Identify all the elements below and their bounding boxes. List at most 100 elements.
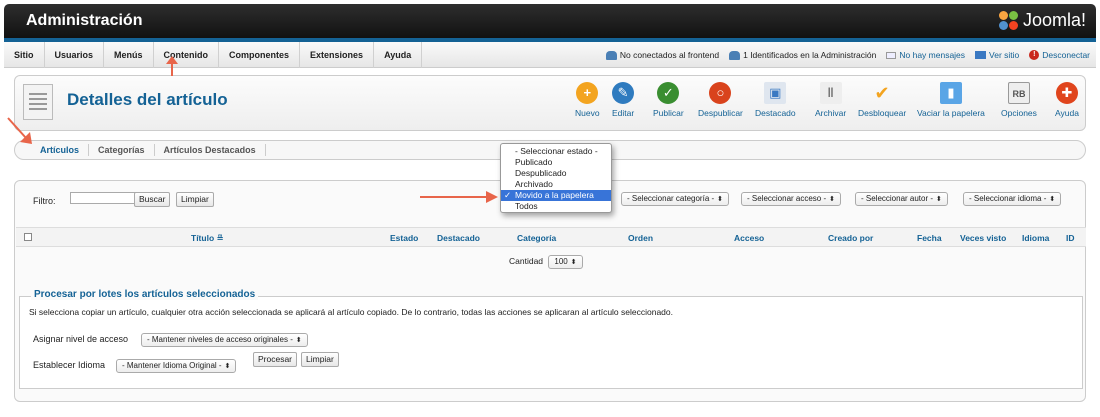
- options-button[interactable]: RB Opciones: [1001, 82, 1037, 118]
- trash-icon: ▮: [939, 82, 962, 104]
- select-arrows-icon: ⬍: [829, 196, 836, 203]
- limit-label: Cantidad: [509, 256, 544, 266]
- col-estado[interactable]: Estado: [390, 233, 418, 243]
- new-button[interactable]: + Nuevo: [575, 82, 600, 118]
- col-acceso[interactable]: Acceso: [734, 233, 764, 243]
- view-site-link[interactable]: Ver sitio: [975, 50, 1019, 60]
- help-button[interactable]: ✚ Ayuda: [1055, 82, 1079, 118]
- archive-icon: ‖: [819, 82, 842, 104]
- admin-status: 1 Identificados en la Administración: [729, 50, 876, 60]
- filter-label: Filtro:: [33, 196, 56, 206]
- status-option[interactable]: Despublicado: [501, 168, 611, 179]
- col-fecha[interactable]: Fecha: [917, 233, 942, 243]
- pagination-limit: Cantidad 100 ⬍: [509, 255, 583, 269]
- batch-language-select[interactable]: - Mantener Idioma Original - ⬍: [116, 359, 237, 373]
- tab-articulos-destacados[interactable]: Artículos Destacados: [155, 144, 266, 156]
- status-option-selected[interactable]: ✓ Movido a la papelera: [501, 190, 611, 201]
- batch-legend: Procesar por lotes los artículos selecci…: [31, 289, 259, 300]
- process-button[interactable]: Procesar: [253, 352, 298, 367]
- users-icon: [605, 50, 617, 60]
- select-arrows-icon: ⬍: [936, 196, 942, 203]
- status-bar: No conectados al frontend 1 Identificado…: [605, 42, 1090, 68]
- logout-icon: !: [1029, 50, 1040, 60]
- menu-menus[interactable]: Menús: [104, 41, 154, 68]
- col-idioma[interactable]: Idioma: [1022, 233, 1049, 243]
- col-categoria[interactable]: Categoría: [517, 233, 556, 243]
- col-creado-por[interactable]: Creado por: [828, 233, 873, 243]
- checkmark-icon: ✔: [874, 83, 890, 103]
- check-all-checkbox[interactable]: [24, 233, 32, 241]
- admin-header: Administración Joomla!: [4, 4, 1096, 38]
- select-arrows-icon: ⬍: [295, 337, 302, 344]
- tab-articulos[interactable]: Artículos: [31, 144, 90, 156]
- joomla-logo-icon: [998, 10, 1019, 31]
- select-arrows-icon: ⬍: [1049, 196, 1056, 203]
- edit-button[interactable]: ✎ Editar: [612, 82, 634, 118]
- select-arrows-icon: ⬍: [570, 259, 577, 266]
- users-icon: [729, 50, 741, 60]
- col-id[interactable]: ID: [1066, 233, 1075, 243]
- access-select[interactable]: - Seleccionar acceso - ⬍: [741, 192, 842, 206]
- annotation-arrow-up: [166, 56, 178, 76]
- menu-usuarios[interactable]: Usuarios: [45, 41, 105, 68]
- status-select-dropdown[interactable]: - Seleccionar estado - Publicado Despubl…: [500, 143, 612, 213]
- select-arrows-icon: ⬍: [717, 196, 724, 203]
- annotation-arrow-diagonal: [7, 117, 32, 144]
- menu-ayuda[interactable]: Ayuda: [374, 41, 423, 68]
- help-icon: ✚: [1055, 82, 1078, 104]
- menu-sitio[interactable]: Sitio: [4, 41, 45, 68]
- search-button[interactable]: Buscar: [134, 192, 171, 207]
- select-arrows-icon: ⬍: [224, 363, 231, 370]
- sort-icon: ≞: [216, 233, 224, 243]
- featured-icon: ▣: [764, 82, 787, 104]
- joomla-logo[interactable]: Joomla!: [998, 10, 1086, 31]
- monitor-icon: [975, 51, 987, 59]
- status-option[interactable]: Todos: [501, 201, 611, 212]
- header-title: Administración: [26, 12, 143, 29]
- status-option[interactable]: Archivado: [501, 179, 611, 190]
- col-titulo[interactable]: Título ≞: [191, 233, 224, 244]
- tab-categorias[interactable]: Categorías: [89, 144, 155, 156]
- annotation-arrow-right: [420, 191, 498, 203]
- joomla-logo-text: Joomla!: [1022, 10, 1086, 30]
- featured-button[interactable]: ▣ Destacado: [755, 82, 796, 118]
- col-destacado[interactable]: Destacado: [437, 233, 480, 243]
- toolbar-panel: Detalles del artículo + Nuevo ✎ Editar ✓…: [14, 75, 1086, 131]
- col-orden[interactable]: Orden: [628, 233, 653, 243]
- messages-link[interactable]: No hay mensajes: [886, 50, 965, 60]
- author-select[interactable]: - Seleccionar autor - ⬍: [855, 192, 948, 206]
- status-option[interactable]: Publicado: [501, 157, 611, 168]
- clear-filter-button[interactable]: Limpiar: [176, 192, 214, 207]
- publish-button[interactable]: ✓ Publicar: [653, 82, 684, 118]
- access-level-label: Asignar nivel de acceso: [33, 334, 129, 344]
- unpublish-icon: ○: [709, 82, 732, 104]
- mail-icon: [886, 51, 897, 59]
- plus-icon: +: [576, 82, 599, 104]
- language-select[interactable]: - Seleccionar idioma - ⬍: [963, 192, 1062, 206]
- batch-clear-button[interactable]: Limpiar: [301, 352, 339, 367]
- page-title: Detalles del artículo: [67, 90, 228, 109]
- unpublish-button[interactable]: ○ Despublicar: [698, 82, 743, 118]
- limit-select[interactable]: 100 ⬍: [548, 255, 583, 269]
- frontend-status: No conectados al frontend: [605, 50, 719, 60]
- articles-panel: Filtro: Buscar Limpiar - Seleccionar cat…: [14, 180, 1086, 402]
- menu-extensiones[interactable]: Extensiones: [300, 41, 375, 68]
- unlock-button[interactable]: ✔ Desbloquear: [858, 82, 906, 118]
- status-option[interactable]: - Seleccionar estado -: [501, 146, 611, 157]
- options-icon: RB: [1007, 82, 1030, 104]
- archive-button[interactable]: ‖ Archivar: [815, 82, 846, 118]
- checkmark-icon: ✓: [504, 190, 512, 200]
- filter-input[interactable]: [70, 192, 144, 204]
- menu-componentes[interactable]: Componentes: [219, 41, 301, 68]
- col-veces-visto[interactable]: Veces visto: [960, 233, 1006, 243]
- check-icon: ✓: [657, 82, 680, 104]
- batch-description: Si selecciona copiar un artículo, cualqu…: [29, 307, 673, 317]
- empty-trash-button[interactable]: ▮ Vaciar la papelera: [917, 82, 985, 118]
- pencil-icon: ✎: [612, 82, 635, 104]
- batch-access-select[interactable]: - Mantener niveles de acceso originales …: [141, 333, 308, 347]
- language-label: Establecer Idioma: [33, 360, 106, 370]
- table-header: Título ≞ Estado Destacado Categoría Orde…: [16, 227, 1086, 247]
- article-icon: [23, 84, 53, 120]
- category-select[interactable]: - Seleccionar categoría - ⬍: [621, 192, 730, 206]
- logout-link[interactable]: ! Desconectar: [1029, 50, 1090, 60]
